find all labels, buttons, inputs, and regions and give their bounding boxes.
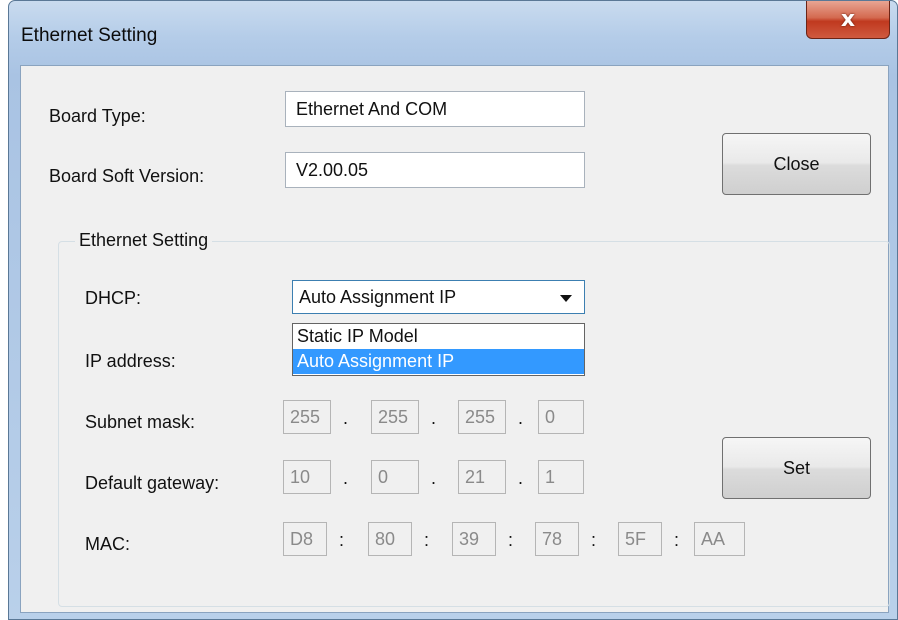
subnet-octet-1[interactable]: 255 xyxy=(283,400,331,434)
gateway-separator: . xyxy=(343,468,349,488)
gateway-octet-4[interactable]: 1 xyxy=(538,460,584,494)
board-type-label: Board Type: xyxy=(49,106,146,126)
group-title: Ethernet Setting xyxy=(75,230,213,251)
mac-separator: : xyxy=(674,530,680,550)
mac-separator: : xyxy=(508,530,514,550)
dhcp-select[interactable]: Auto Assignment IP xyxy=(292,280,585,314)
close-icon: x xyxy=(840,7,856,32)
dhcp-option-static[interactable]: Static IP Model xyxy=(293,324,584,349)
gateway-octet-2[interactable]: 0 xyxy=(371,460,419,494)
subnet-mask-label: Subnet mask: xyxy=(85,412,196,432)
chevron-down-icon[interactable] xyxy=(560,295,572,302)
subnet-separator: . xyxy=(431,408,437,428)
subnet-octet-3[interactable]: 255 xyxy=(458,400,506,434)
ip-address-label: IP address: xyxy=(85,351,176,371)
mac-byte-2[interactable]: 80 xyxy=(368,522,412,556)
mac-byte-5[interactable]: 5F xyxy=(618,522,662,556)
set-button[interactable]: Set xyxy=(722,437,871,499)
gateway-separator: . xyxy=(518,468,524,488)
subnet-separator: . xyxy=(518,408,524,428)
mac-separator: : xyxy=(591,530,597,550)
window-close-button[interactable]: x xyxy=(806,1,890,39)
gateway-octet-3[interactable]: 21 xyxy=(458,460,506,494)
subnet-octet-4[interactable]: 0 xyxy=(538,400,584,434)
mac-label: MAC: xyxy=(85,534,130,554)
board-version-label: Board Soft Version: xyxy=(49,166,205,186)
default-gateway-label: Default gateway: xyxy=(85,473,220,493)
mac-byte-3[interactable]: 39 xyxy=(452,522,496,556)
dialog-client-area: Board Type: Ethernet And COM Board Soft … xyxy=(20,65,890,613)
gateway-separator: . xyxy=(431,468,437,488)
dhcp-selected-value: Auto Assignment IP xyxy=(299,286,457,307)
mac-separator: : xyxy=(339,530,345,550)
board-version-field[interactable]: V2.00.05 xyxy=(285,152,585,188)
mac-byte-4[interactable]: 78 xyxy=(535,522,579,556)
mac-byte-6[interactable]: AA xyxy=(694,522,745,556)
window-title: Ethernet Setting xyxy=(21,25,158,46)
dhcp-dropdown-list: Static IP Model Auto Assignment IP xyxy=(292,323,585,376)
subnet-separator: . xyxy=(343,408,349,428)
dhcp-option-auto[interactable]: Auto Assignment IP xyxy=(293,349,584,374)
mac-byte-1[interactable]: D8 xyxy=(283,522,327,556)
board-type-field[interactable]: Ethernet And COM xyxy=(285,91,585,127)
dhcp-label: DHCP: xyxy=(85,288,142,308)
dialog-window: Ethernet Setting x Board Type: Ethernet … xyxy=(8,0,898,620)
gateway-octet-1[interactable]: 10 xyxy=(283,460,331,494)
subnet-octet-2[interactable]: 255 xyxy=(371,400,419,434)
close-button[interactable]: Close xyxy=(722,133,871,195)
mac-separator: : xyxy=(424,530,430,550)
